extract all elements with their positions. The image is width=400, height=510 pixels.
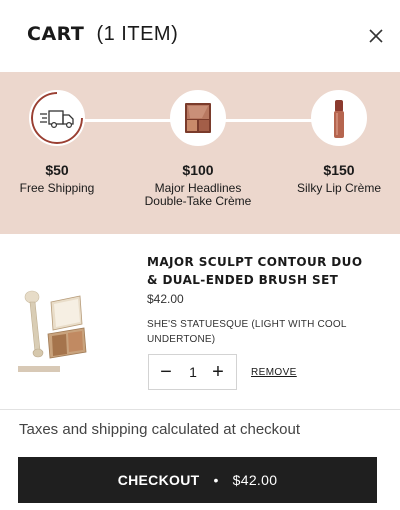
checkout-label: CHECKOUT [117, 472, 200, 488]
reward-tier-circle [311, 90, 367, 146]
cart-item-count: (1 ITEM) [96, 23, 179, 45]
close-icon[interactable] [366, 26, 386, 46]
reward-tier-silky-lip-creme: $150 Silky Lip Crème [279, 90, 399, 195]
quantity-stepper: − 1 + [148, 354, 237, 390]
reward-tier-circle [29, 90, 85, 146]
product-variant: SHE'S STATUESQUE (LIGHT WITH COOL UNDERT… [147, 319, 347, 345]
product-image[interactable] [18, 286, 88, 374]
checkout-separator: • [213, 472, 219, 488]
reward-tier-free-shipping: $50 Free Shipping [0, 90, 117, 195]
cart-title: CART (1 ITEM) [27, 23, 178, 46]
increase-quantity-button[interactable]: + [207, 360, 229, 384]
rewards-progress-panel: $50 Free Shipping $100 Major Headlines D… [0, 72, 400, 234]
product-name[interactable]: MAJOR SCULPT CONTOUR DUO & DUAL-ENDED BR… [147, 253, 377, 289]
reward-tier-amount: $50 [45, 162, 69, 178]
taxes-shipping-note: Taxes and shipping calculated at checkou… [19, 421, 301, 438]
decrease-quantity-button[interactable]: − [155, 360, 177, 384]
reward-tier-double-take-creme: $100 Major Headlines Double-Take Crème [138, 90, 258, 208]
lip-creme-tube-icon [334, 100, 344, 138]
remove-item-link[interactable]: REMOVE [251, 367, 297, 378]
reward-tier-amount: $150 [323, 162, 355, 178]
cart-title-text: CART [27, 23, 85, 45]
eyeshadow-palette-icon [185, 103, 211, 133]
footer-divider [0, 409, 400, 410]
reward-tier-amount: $100 [182, 162, 214, 178]
reward-tier-label: Free Shipping [19, 181, 95, 195]
delivery-truck-icon [40, 110, 74, 128]
cart-header: CART (1 ITEM) [0, 0, 400, 72]
product-price: $42.00 [147, 292, 184, 306]
reward-tier-circle [170, 90, 226, 146]
reward-tier-label: Silky Lip Crème [296, 181, 382, 195]
cart-line-item: MAJOR SCULPT CONTOUR DUO & DUAL-ENDED BR… [0, 234, 400, 410]
reward-tier-label: Major Headlines Double-Take Crème [144, 181, 252, 208]
checkout-total: $42.00 [232, 472, 278, 488]
checkout-button[interactable]: CHECKOUT • $42.00 [18, 457, 377, 503]
quantity-value[interactable]: 1 [183, 364, 203, 380]
